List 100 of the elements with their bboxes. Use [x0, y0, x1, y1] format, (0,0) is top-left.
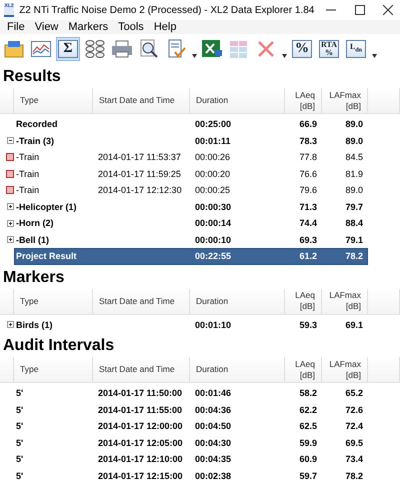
section-heading: Results: [2, 67, 62, 87]
table-cell-text: 69.3: [298, 234, 318, 245]
table-row[interactable]: Birds (1) 00:01:10 59.3 69.1: [14, 316, 368, 333]
table-cell-text: 5': [15, 454, 24, 464]
table-row[interactable]: -Helicopter (1) 00:00:30 71.3 79.7: [14, 198, 368, 215]
table-cell-text: 2014-01-17 12:15:00: [97, 470, 184, 481]
table-row[interactable]: -Train (3) 00:01:11 78.3 89.0: [14, 132, 368, 149]
table-row[interactable]: Project Result 00:22:55 61.2 78.2: [14, 248, 368, 264]
table-cell-text: 00:00:25: [194, 185, 232, 196]
column-header[interactable]: Type: [14, 357, 93, 382]
table-cell-text: -Train (3): [15, 136, 56, 146]
table-cell-text: 65.2: [344, 388, 364, 398]
column-header[interactable]: Start Date and Time: [93, 357, 190, 382]
table-cell-text: 88.4: [344, 218, 364, 228]
column-header[interactable]: Duration: [190, 357, 285, 382]
line-chart-icon: [31, 41, 51, 57]
table-cell-text: 60.9: [298, 454, 318, 464]
table-cell-text: 00:04:50: [194, 421, 232, 432]
table-cell-text: 59.9: [298, 438, 318, 448]
caret-icon: [282, 54, 286, 58]
table-cell-text: 62.5: [298, 421, 318, 432]
table-cell-text: 78.2: [344, 470, 364, 481]
folder-icon: [4, 40, 24, 58]
table-row[interactable]: 5' 2014-01-17 12:10:00 00:04:35 60.9 73.4: [14, 451, 368, 468]
column-header[interactable]: Duration: [190, 288, 285, 314]
table-cell-text: -Horn (2): [15, 218, 54, 228]
table-cell-text: 62.2: [298, 404, 318, 415]
column-header[interactable]: LAFmax [dB]: [322, 88, 368, 113]
table-cell-text: 5': [15, 404, 24, 415]
table-row[interactable]: 5' 2014-01-17 12:00:00 00:04:50 62.5 72.4: [14, 418, 368, 434]
marker-square-icon: [6, 153, 14, 162]
table-cell-text: 77.8: [298, 152, 318, 162]
column-header[interactable]: Start Date and Time: [93, 88, 190, 113]
column-header[interactable]: LAeq [dB]: [285, 357, 322, 382]
table-cell-text: -Train: [15, 168, 40, 179]
column-header[interactable]: LAeq [dB]: [285, 88, 322, 113]
table-cell-text: 59.7: [298, 470, 318, 481]
table-cell-text: 5': [15, 438, 24, 448]
table-cell-text: -Train: [15, 185, 40, 196]
window-title: Z2 NTi Traffic Noise Demo 2 (Processed) - XL2 Data Explorer 1.84: [19, 4, 314, 16]
menu-item[interactable]: View: [30, 21, 64, 33]
table-row[interactable]: -Bell (1) 00:00:10 69.3 79.1: [14, 232, 368, 248]
table-cell-text: 2014-01-17 12:12:30: [97, 185, 183, 196]
menu-item[interactable]: Help: [148, 21, 182, 33]
table-cell-text: 84.5: [344, 152, 364, 162]
table-cell-text: 2014-01-17 11:53:37: [97, 152, 182, 162]
table-cell-text: 00:25:00: [194, 119, 232, 130]
table-cell-text: 66.9: [298, 119, 318, 130]
table-row[interactable]: 5' 2014-01-17 12:05:00 00:04:30 59.9 69.5: [14, 434, 368, 451]
table-row[interactable]: 5' 2014-01-17 11:55:00 00:04:36 62.2 72.6: [14, 402, 368, 418]
menu-item[interactable]: Markers: [63, 21, 114, 33]
table-cell-text: 74.4: [298, 218, 318, 228]
column-header[interactable]: LAFmax [dB]: [322, 288, 368, 314]
grid-icon: [229, 40, 249, 58]
table-row[interactable]: 5' 2014-01-17 12:15:00 00:02:38 59.7 78.2: [14, 468, 368, 484]
table-cell-text: 00:01:10: [194, 320, 232, 330]
table-cell-text: 00:04:36: [194, 404, 232, 415]
column-header[interactable]: Type: [14, 88, 93, 113]
collapse-icon[interactable]: [7, 137, 14, 144]
expand-icon[interactable]: [7, 220, 14, 227]
table-cell-text: 2014-01-17 12:00:00: [97, 421, 184, 432]
table-cell-text: 76.6: [298, 168, 318, 179]
table-cell-text: 81.9: [344, 168, 364, 179]
table-row[interactable]: -Train 2014-01-17 11:59:25 00:00:20 76.6 81.9: [14, 166, 368, 182]
table-cell-text: 2014-01-17 11:50:00: [97, 388, 184, 398]
table-cell-text: 79.7: [344, 202, 364, 212]
table-cell-text: 71.3: [298, 202, 318, 212]
keypad-icon: [85, 40, 105, 58]
table-cell-text: 5': [15, 388, 24, 398]
column-header[interactable]: LAeq [dB]: [285, 288, 322, 314]
table-row[interactable]: -Train 2014-01-17 11:53:37 00:00:26 77.8 84.5: [14, 149, 368, 166]
table-cell-text: 89.0: [344, 136, 364, 146]
table-cell-text: 5': [15, 470, 24, 481]
table-cell-text: 72.4: [344, 421, 364, 432]
column-header[interactable]: Start Date and Time: [93, 288, 190, 314]
table-row[interactable]: Recorded 00:25:00 66.9 89.0: [14, 116, 368, 132]
column-header[interactable]: Duration: [190, 88, 285, 113]
table-row[interactable]: -Train 2014-01-17 12:12:30 00:00:25 79.6 89.0: [14, 182, 368, 198]
menu-item[interactable]: Tools: [113, 21, 149, 33]
spreadsheet-icon: [201, 39, 223, 59]
table-cell-text: -Train: [15, 152, 40, 162]
expand-icon[interactable]: [7, 236, 14, 244]
table-cell-text: 69.1: [344, 320, 364, 330]
caret-icon: [192, 54, 196, 58]
menu-item[interactable]: File: [2, 21, 30, 33]
table-cell-text: 00:01:11: [194, 136, 232, 146]
table-cell-text: 2014-01-17 12:05:00: [97, 438, 184, 448]
toolbar-button[interactable]: [83, 37, 107, 61]
document-check-icon: [166, 39, 186, 59]
table-cell-text: 58.2: [298, 388, 318, 398]
column-header[interactable]: Type: [14, 288, 93, 314]
expand-icon[interactable]: [7, 203, 14, 210]
expand-icon[interactable]: [7, 321, 14, 328]
delete-icon: [257, 40, 275, 58]
column-header[interactable]: LAFmax [dB]: [322, 357, 368, 382]
table-row[interactable]: 5' 2014-01-17 11:50:00 00:01:46 58.2 65.2: [14, 385, 368, 402]
table-row[interactable]: -Horn (2) 00:00:14 74.4 88.4: [14, 215, 368, 232]
marker-square-icon: [6, 170, 14, 178]
table-cell-text: 78.3: [298, 136, 318, 146]
table-cell-text: 61.2: [298, 251, 318, 262]
